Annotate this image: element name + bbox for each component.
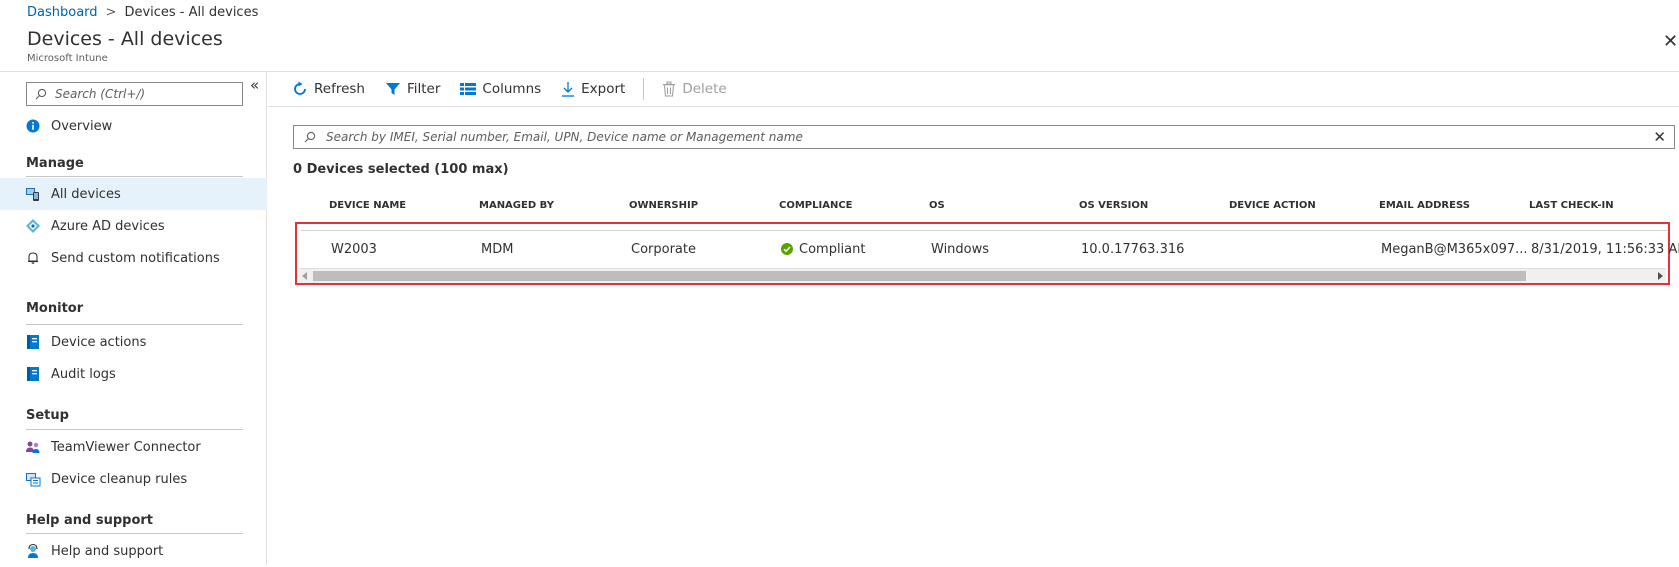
breadcrumb-dashboard-link[interactable]: Dashboard (27, 5, 98, 20)
sidebar-search-input[interactable] (53, 86, 233, 102)
columns-button[interactable]: Columns (460, 81, 541, 97)
sidebar-item-label: TeamViewer Connector (51, 439, 201, 455)
sidebar-item-overview[interactable]: Overview (0, 110, 267, 142)
device-search-box[interactable]: ✕ (293, 125, 1675, 149)
devices-selected-count: 0 Devices selected (100 max) (293, 162, 509, 177)
section-heading-setup: Setup (26, 408, 69, 423)
sidebar-item-send-custom-notifications[interactable]: Send custom notifications (0, 242, 267, 274)
bell-icon (25, 250, 41, 266)
cell-os: Windows (931, 242, 990, 257)
columns-icon (460, 83, 477, 95)
page-title: Devices - All devices (27, 28, 223, 50)
log-book-icon (25, 366, 41, 382)
sidebar-item-label: Audit logs (51, 366, 116, 382)
cell-os-version: 10.0.17763.316 (1081, 242, 1185, 257)
sidebar-item-label: Device actions (51, 334, 147, 350)
sidebar-item-azure-ad-devices[interactable]: Azure AD devices (0, 210, 267, 242)
column-header-compliance[interactable]: COMPLIANCE (779, 200, 853, 211)
sidebar-item-label: Help and support (51, 543, 164, 559)
column-header-os[interactable]: OS (929, 200, 945, 211)
sidebar-search-box[interactable] (26, 82, 243, 106)
cell-email-address: MeganB@M365x097... (1381, 242, 1528, 257)
sidebar-item-label: Device cleanup rules (51, 471, 188, 487)
highlighted-device-row-frame: W2003 MDM Corporate Compliant Windows 10… (295, 222, 1679, 285)
sidebar-item-all-devices[interactable]: All devices (0, 178, 267, 210)
refresh-button[interactable]: Refresh (292, 81, 365, 97)
section-heading-manage: Manage (26, 156, 84, 171)
clear-search-icon[interactable]: ✕ (1653, 128, 1666, 146)
cell-last-check-in: 8/31/2019, 11:56:33 AM (1531, 242, 1679, 257)
horizontal-scrollbar[interactable] (299, 268, 1666, 283)
devices-icon (25, 186, 41, 202)
sidebar-item-device-cleanup-rules[interactable]: Device cleanup rules (0, 463, 267, 495)
row-divider (301, 230, 1667, 231)
breadcrumb: Dashboard > Devices - All devices (27, 5, 258, 20)
sidebar-item-help-and-support[interactable]: Help and support (0, 535, 267, 567)
cell-ownership: Corporate (631, 242, 696, 257)
export-button[interactable]: Export (561, 81, 625, 97)
table-header: DEVICE NAME MANAGED BY OWNERSHIP COMPLIA… (293, 200, 1679, 218)
column-header-device-name[interactable]: DEVICE NAME (329, 200, 406, 211)
command-bar: Refresh Filter Columns Export Delete (268, 72, 1679, 107)
info-icon (25, 118, 41, 134)
search-icon (35, 88, 47, 100)
breadcrumb-current: Devices - All devices (124, 5, 259, 20)
refresh-icon (294, 81, 306, 95)
refresh-label: Refresh (314, 81, 365, 97)
log-book-icon (25, 334, 41, 350)
scroll-right-arrow-icon[interactable] (1658, 272, 1663, 280)
check-circle-icon (781, 243, 793, 255)
collapse-sidebar-icon[interactable]: « (250, 76, 259, 94)
column-header-device-action[interactable]: DEVICE ACTION (1229, 200, 1316, 211)
search-icon (304, 131, 316, 143)
scrollbar-thumb[interactable] (313, 271, 1526, 281)
delete-label: Delete (682, 81, 727, 97)
page-subtitle: Microsoft Intune (27, 53, 108, 64)
breadcrumb-separator: > (105, 5, 117, 20)
sidebar-item-audit-logs[interactable]: Audit logs (0, 358, 267, 390)
cell-device-name[interactable]: W2003 (331, 242, 377, 257)
column-header-email-address[interactable]: EMAIL ADDRESS (1379, 200, 1470, 211)
scroll-left-arrow-icon[interactable] (302, 272, 307, 280)
column-header-last-check-in[interactable]: LAST CHECK-IN (1529, 200, 1614, 211)
sidebar-item-device-actions[interactable]: Device actions (0, 326, 267, 358)
azure-ad-icon (25, 218, 41, 234)
compliance-status: Compliant (799, 242, 866, 257)
sidebar: « Overview Manage All devices Azure AD d… (0, 72, 267, 565)
section-divider (26, 429, 243, 430)
section-divider (26, 324, 243, 325)
sidebar-item-label: Send custom notifications (51, 250, 220, 266)
cell-managed-by: MDM (481, 242, 514, 257)
section-divider (26, 533, 243, 534)
filter-label: Filter (406, 81, 441, 97)
support-agent-icon (25, 543, 41, 559)
section-divider (26, 176, 243, 177)
sidebar-item-label: All devices (51, 186, 121, 202)
cleanup-rules-icon (25, 471, 41, 487)
filter-icon (385, 83, 400, 95)
sidebar-item-label: Overview (51, 118, 113, 134)
sidebar-item-teamviewer-connector[interactable]: TeamViewer Connector (0, 431, 267, 463)
cell-compliance: Compliant (781, 242, 865, 257)
delete-button[interactable]: Delete (662, 81, 727, 97)
column-header-managed-by[interactable]: MANAGED BY (479, 200, 554, 211)
column-header-ownership[interactable]: OWNERSHIP (629, 200, 698, 211)
column-header-os-version[interactable]: OS VERSION (1079, 200, 1148, 211)
columns-label: Columns (482, 81, 542, 97)
download-icon (562, 82, 575, 97)
filter-button[interactable]: Filter (385, 81, 440, 97)
toolbar-separator (643, 78, 645, 100)
device-search-input[interactable] (324, 129, 1644, 145)
users-icon (25, 439, 41, 455)
close-blade-icon[interactable]: ✕ (1663, 31, 1677, 52)
sidebar-item-label: Azure AD devices (51, 218, 165, 234)
section-heading-monitor: Monitor (26, 301, 84, 316)
table-row[interactable]: W2003 MDM Corporate Compliant Windows 10… (297, 233, 1679, 267)
trash-icon (663, 81, 676, 97)
section-heading-help-and-support: Help and support (26, 513, 154, 528)
export-label: Export (581, 81, 626, 97)
